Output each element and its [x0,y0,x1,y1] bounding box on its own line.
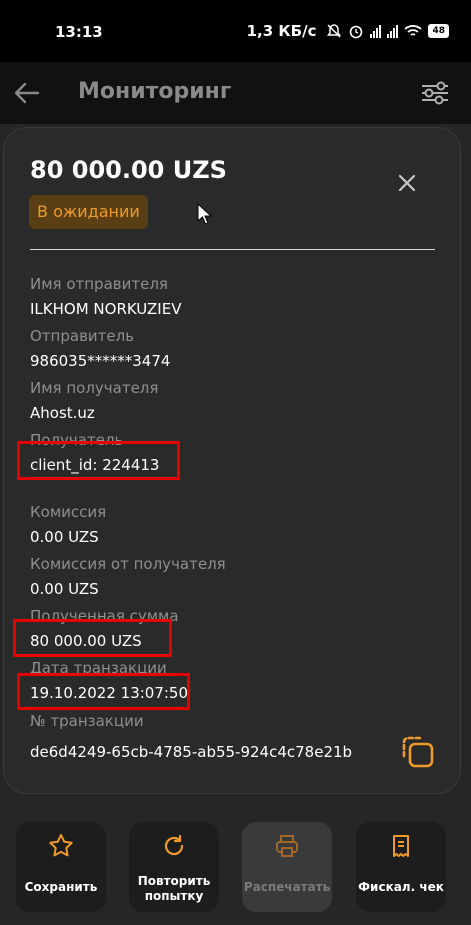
app-header: Мониторинг [0,62,471,124]
field-value: Ahost.uz [30,404,95,422]
field-label: № транзакции [30,712,144,730]
highlight-box-recipient [17,441,180,480]
fiscal-receipt-button[interactable]: Фискал. чек [356,822,446,912]
field-sender-name: Имя отправителя ILKHOM NORKUZIEV [30,274,181,320]
field-value: 986035******3474 [30,352,171,370]
field-label: Отправитель [30,327,135,345]
signal-icon-2 [387,24,399,38]
print-label: Распечатать [243,880,331,894]
status-badge: В ожидании [29,195,148,229]
star-icon [49,834,73,857]
fiscal-label: Фискал. чек [358,880,444,894]
field-label: Имя получателя [30,379,159,397]
field-value: ILKHOM NORKUZIEV [30,300,182,318]
retry-label-line2: попытку [144,889,204,903]
print-button[interactable]: Распечатать [242,822,332,912]
field-value: 0.00 UZS [30,528,99,546]
retry-label: Повторить попытку [129,874,219,904]
status-time: 13:13 [55,23,103,41]
action-bar: Сохранить Повторить попытку Распечатать … [0,822,471,912]
battery-icon: 48 [428,24,449,38]
close-icon[interactable] [396,172,418,194]
mouse-cursor-icon [197,203,213,225]
field-label: Комиссия [30,503,107,521]
network-speed: 1,3 КБ/с [246,22,317,40]
wifi-icon [404,25,423,36]
alarm-icon [350,25,363,39]
highlight-box-received-amount [13,619,172,657]
field-transaction-id: № транзакции de6d4249-65cb-4785-ab55-924… [30,711,352,763]
refresh-icon [164,834,184,856]
field-value: de6d4249-65cb-4785-ab55-924c4c78e21b [30,743,353,761]
highlight-box-date [17,673,190,710]
field-recipient-commission: Комиссия от получателя 0.00 UZS [30,554,226,600]
filter-sliders-icon[interactable] [419,77,451,109]
save-button[interactable]: Сохранить [16,822,106,912]
field-recipient-name: Имя получателя Ahost.uz [30,378,158,424]
field-label: Комиссия от получателя [30,555,226,573]
retry-label-line1: Повторить [137,874,211,888]
save-label: Сохранить [24,880,98,894]
field-value: 0.00 UZS [30,580,99,598]
divider [30,249,435,250]
page-title: Мониторинг [78,79,232,104]
status-icons: 1,3 КБ/с 48 [247,22,449,40]
printer-icon [276,835,298,857]
bell-off-icon [327,24,342,38]
signal-icon [370,24,382,38]
back-arrow-icon[interactable] [12,78,42,108]
receipt-icon [393,835,409,857]
field-commission: Комиссия 0.00 UZS [30,502,106,548]
transaction-amount: 80 000.00 UZS [30,156,227,184]
field-sender: Отправитель 986035******3474 [30,326,170,372]
status-bar: 13:13 1,3 КБ/с 48 [0,0,471,62]
retry-button[interactable]: Повторить попытку [129,822,219,912]
field-label: Имя отправителя [30,275,168,293]
copy-icon[interactable] [398,732,438,772]
